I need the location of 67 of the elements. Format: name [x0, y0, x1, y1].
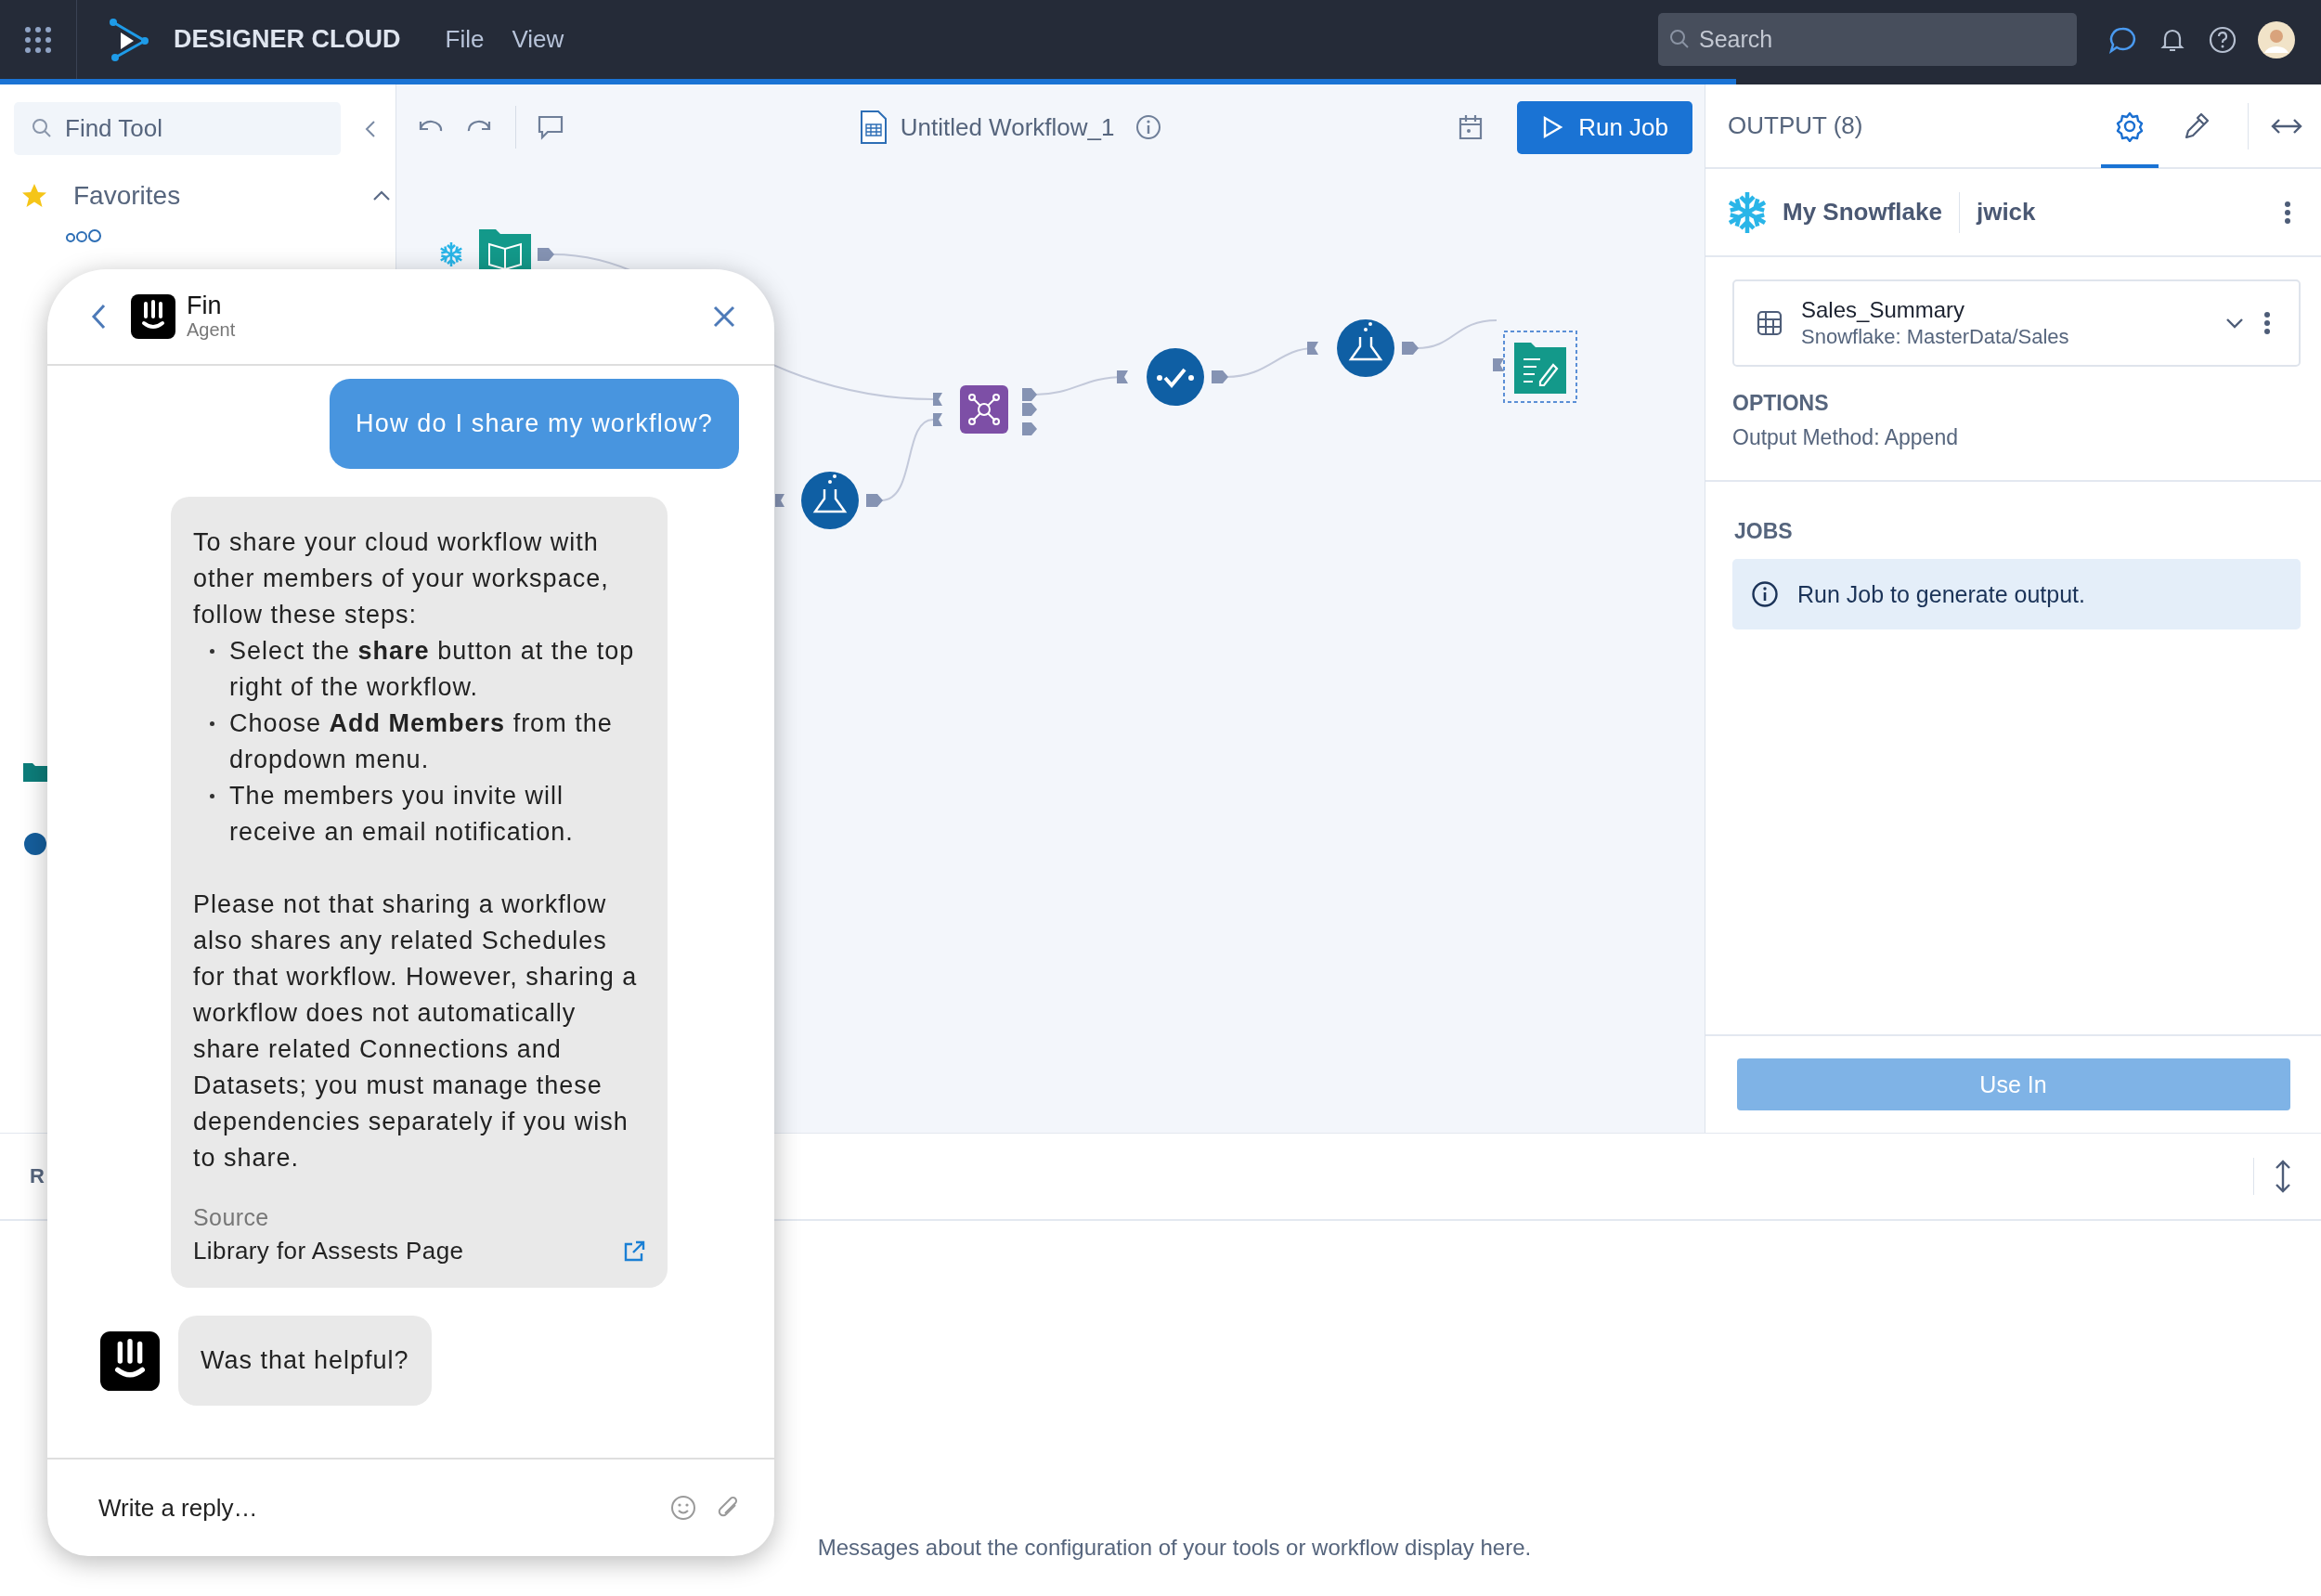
settings-icon: [2114, 110, 2146, 142]
tool-dot-icon: [23, 832, 47, 856]
check-tool-node[interactable]: [1117, 348, 1228, 406]
step-text: The members you invite will receive an email notification.: [229, 781, 575, 848]
favorites-section[interactable]: Favorites: [20, 181, 392, 211]
folder-icon: [23, 761, 47, 782]
run-job-button[interactable]: Run Job: [1517, 100, 1692, 154]
formula-tool-node[interactable]: [1307, 319, 1419, 377]
calendar-icon[interactable]: [1458, 113, 1485, 141]
agent-name: Fin: [187, 292, 223, 319]
section-heading: OPTIONS: [1732, 391, 1830, 416]
panel-title: OUTPUT (8): [1728, 111, 1863, 140]
collapse-chevron-icon[interactable]: [363, 118, 378, 139]
chevron-icon: [371, 189, 392, 202]
workflow-title[interactable]: Untitled Workflow_1: [900, 112, 1115, 142]
more-options-icon[interactable]: [2263, 311, 2271, 335]
output-method-text: Output Method: Append: [1732, 425, 1959, 450]
step-text: Select the share button at the top right of the workflow.: [229, 636, 636, 703]
app-grid-icon[interactable]: [24, 25, 52, 54]
workflow-file-icon: [859, 110, 888, 145]
empty-state-message: Messages about the configuration of your tools or workflow display here.: [817, 1535, 1532, 1561]
find-tool-field[interactable]: Find Tool: [14, 102, 341, 155]
bot-avatar-icon: [100, 1330, 160, 1391]
reply-field[interactable]: Write a reply…: [97, 1492, 652, 1524]
snowflake-icon: [439, 240, 463, 268]
search-field[interactable]: Search: [1658, 13, 2077, 66]
agent-role: Agent: [187, 318, 236, 341]
sort-tool-icon[interactable]: [65, 229, 104, 242]
close-icon[interactable]: [711, 304, 737, 330]
comment-icon[interactable]: [537, 114, 564, 140]
menu-item[interactable]: File: [445, 25, 485, 54]
section-heading: JOBS: [1734, 519, 1794, 544]
output-tool-node[interactable]: [1493, 331, 1577, 403]
answer-text: To share your cloud workflow with other members of your workspace, follow these steps:: [193, 527, 610, 630]
answer-text: Please not that sharing a workflow also shares any related Schedules for that workflow. However, sharing a workflow does not automatically share related Connections and Datasets; you must manage these dependencies separately if you wish to share.: [193, 889, 639, 1174]
expand-vertical-icon[interactable]: [2273, 1160, 2293, 1193]
user-message: How do I share my workflow?: [329, 379, 739, 469]
table-icon: [1757, 310, 1783, 336]
formula-tool-node[interactable]: [775, 472, 883, 529]
info-icon: [1751, 580, 1779, 608]
logo-icon: [108, 18, 150, 61]
app-name: DESIGNER CLOUD: [174, 25, 401, 54]
emoji-icon[interactable]: [669, 1494, 697, 1522]
menu-item[interactable]: View: [512, 25, 564, 54]
search-icon: [32, 118, 52, 138]
eyedropper-icon: [2183, 110, 2211, 141]
results-tab[interactable]: R: [30, 1164, 45, 1188]
search-icon: [1669, 29, 1690, 49]
source-link[interactable]: Library for Assests Page: [193, 1237, 464, 1265]
source-label: Source: [193, 1204, 270, 1231]
join-tool-node[interactable]: [933, 385, 1037, 435]
info-message: Run Job to generate output.: [1797, 580, 2085, 608]
connection-user: jwick: [1976, 198, 2036, 227]
play-icon: [1541, 115, 1564, 139]
avatar-icon[interactable]: [2258, 20, 2295, 58]
info-icon[interactable]: [1135, 113, 1163, 141]
bot-message: Was that helpful?: [178, 1316, 432, 1406]
dataset-path: Snowflake: MasterData/Sales: [1801, 325, 2069, 349]
bot-avatar-icon: [131, 294, 175, 339]
chevron-down-icon[interactable]: [2224, 317, 2245, 330]
dataset-card[interactable]: Sales_Summary Snowflake: MasterData/Sales: [1732, 279, 2301, 367]
external-link-icon[interactable]: [623, 1239, 645, 1263]
more-options-icon[interactable]: [2284, 200, 2291, 225]
step-text: Choose Add Members from the dropdown menu.: [229, 708, 614, 775]
connection-name: My Snowflake: [1783, 198, 1942, 227]
help-icon[interactable]: [2208, 24, 2237, 55]
dataset-name: Sales_Summary: [1801, 297, 1966, 323]
